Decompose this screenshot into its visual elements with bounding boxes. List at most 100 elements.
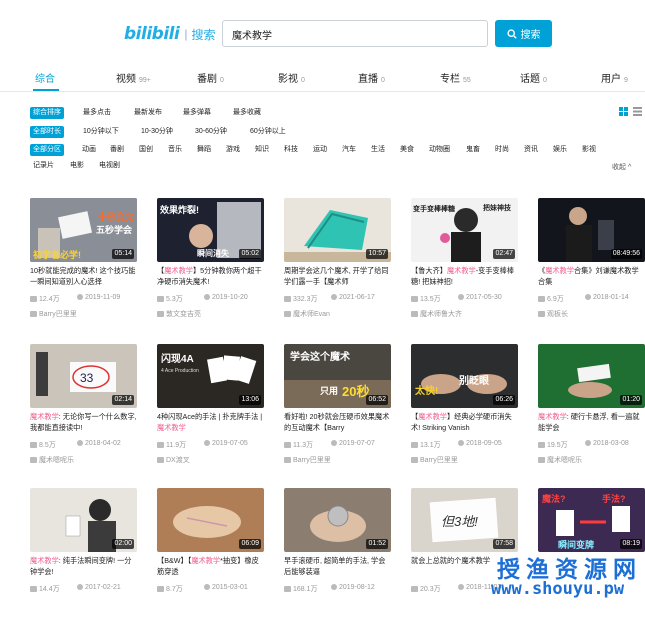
bilibili-logo[interactable]: bilibili | 搜索 bbox=[124, 24, 215, 44]
filter-duration-30-60[interactable]: 30-60分钟 bbox=[195, 126, 227, 138]
video-title[interactable]: 看好啦! 20秒就会压硬币效果魔术的互动魔术【Barry bbox=[284, 411, 391, 433]
filter-zone-item[interactable]: 美食 bbox=[400, 144, 414, 156]
filter-duration-under10[interactable]: 10分钟以下 bbox=[83, 126, 119, 138]
video-thumbnail[interactable]: 魔法? 手法? 瞬间变牌 08:19 bbox=[538, 488, 645, 552]
video-thumbnail[interactable]: 33 02:14 bbox=[30, 344, 137, 408]
video-thumbnail[interactable]: 但3地! 07:58 bbox=[411, 488, 518, 552]
filter-zone-item[interactable]: 电视剧 bbox=[99, 160, 120, 172]
video-thumbnail[interactable]: 十秒变完 五秒学会 初学者必学! 05:14 bbox=[30, 198, 137, 262]
uploader[interactable]: 敦文变吉亮 bbox=[157, 309, 201, 319]
video-title[interactable]: 10秒就能完成的魔术! 这个技巧能一瞬间知道别人心选择 bbox=[30, 265, 137, 287]
filter-zone-item[interactable]: 时尚 bbox=[495, 144, 509, 156]
video-card[interactable]: 08:49:56 《魔术教学合集》刘谦魔术教学合集 6.9万 2018-01-14… bbox=[538, 198, 645, 333]
filter-sort-newest[interactable]: 最新发布 bbox=[134, 107, 162, 119]
tab-live[interactable]: 直播 0 bbox=[358, 70, 385, 85]
video-title[interactable]: 周期学会这几个魔术, 开学了给同学们露一手【魔术师 bbox=[284, 265, 391, 287]
filter-sort-danmaku[interactable]: 最多弹幕 bbox=[183, 107, 211, 119]
video-thumbnail[interactable]: 06:09 bbox=[157, 488, 264, 552]
video-thumbnail[interactable]: 01:20 bbox=[538, 344, 645, 408]
filter-zone-item[interactable]: 游戏 bbox=[226, 144, 240, 156]
video-title[interactable]: 【B&W】【魔术教学*抽变】橡皮筋穿透 bbox=[157, 555, 264, 577]
tab-film[interactable]: 影视 0 bbox=[278, 70, 305, 85]
collapse-filters-link[interactable]: 收起 ^ bbox=[612, 162, 631, 172]
video-card[interactable]: 02:00 魔术教学: 纯手法瞬间变牌! 一分钟学会! 14.4万 2017-02… bbox=[30, 488, 137, 623]
tab-all[interactable]: 综合 bbox=[35, 70, 55, 85]
video-title[interactable]: 魔术教学: 无论你写一个什么数字, 我都能直接读中! bbox=[30, 411, 137, 433]
filter-sort-clicks[interactable]: 最多点击 bbox=[83, 107, 111, 119]
grid-view-icon[interactable] bbox=[619, 107, 628, 116]
filter-zone-item[interactable]: 娱乐 bbox=[553, 144, 567, 156]
play-count-icon bbox=[284, 442, 291, 448]
search-input[interactable]: 魔术教学 bbox=[222, 20, 488, 47]
uploader[interactable]: Barry巴里里 bbox=[30, 309, 77, 319]
video-title[interactable]: 早手滚硬币, 超简单的手法, 学会后能够装逼 bbox=[284, 555, 391, 577]
filter-zone-item[interactable]: 科技 bbox=[284, 144, 298, 156]
play-count-icon bbox=[157, 586, 164, 592]
video-thumbnail[interactable]: 10:57 bbox=[284, 198, 391, 262]
filter-zone-item[interactable]: 汽车 bbox=[342, 144, 356, 156]
filter-zone-all[interactable]: 全部分区 bbox=[30, 144, 64, 156]
filter-zone-item[interactable]: 知识 bbox=[255, 144, 269, 156]
video-thumbnail[interactable]: 01:52 bbox=[284, 488, 391, 552]
uploader[interactable]: 魔术嗯呢乐 bbox=[538, 455, 582, 465]
filter-zone-item[interactable]: 生活 bbox=[371, 144, 385, 156]
video-thumbnail[interactable]: 学会这个魔术 只用 20秒 06:52 bbox=[284, 344, 391, 408]
video-card[interactable]: 十秒变完 五秒学会 初学者必学! 05:14 10秒就能完成的魔术! 这个技巧能… bbox=[30, 198, 137, 333]
filter-zone-item[interactable]: 电影 bbox=[70, 160, 84, 172]
video-thumbnail[interactable]: 02:00 bbox=[30, 488, 137, 552]
filter-zone-item[interactable]: 影视 bbox=[582, 144, 596, 156]
filter-zone-item[interactable]: 鬼畜 bbox=[466, 144, 480, 156]
filter-zone-item[interactable]: 番剧 bbox=[110, 144, 124, 156]
tab-bangumi[interactable]: 番剧 0 bbox=[197, 70, 224, 85]
video-title[interactable]: 【魔术教学】经典必学硬币消失术! Striking Vanish bbox=[411, 411, 518, 433]
tab-topic[interactable]: 话题 0 bbox=[520, 70, 547, 85]
filter-zone-item[interactable]: 运动 bbox=[313, 144, 327, 156]
video-thumbnail[interactable]: 太快! 别眨眼 06:26 bbox=[411, 344, 518, 408]
uploader[interactable]: 魔术师鲁大齐 bbox=[411, 309, 462, 319]
video-card[interactable]: 变手变棒棒糖 把妹神技 02:47 【鲁大齐】魔术教学-变手变棒棒糖! 把妹神招… bbox=[411, 198, 518, 333]
video-thumbnail[interactable]: 闪现4A 4 Ace Production 13:06 bbox=[157, 344, 264, 408]
uploader[interactable]: 魔术师Evan bbox=[284, 309, 330, 319]
uploader[interactable]: Barry巴里里 bbox=[284, 455, 331, 465]
video-card[interactable]: 效果炸裂! 瞬间消失 05:02 【魔术教学】5分钟教你两个超干净硬币消失魔术!… bbox=[157, 198, 264, 333]
filter-duration-over60[interactable]: 60分钟以上 bbox=[250, 126, 286, 138]
video-title[interactable]: 魔术教学: 纯手法瞬间变牌! 一分钟学会! bbox=[30, 555, 137, 577]
video-title[interactable]: 4种闪现Ace的手法 | 扑克牌手法 | 魔术教学 bbox=[157, 411, 264, 433]
filter-sort-default[interactable]: 综合排序 bbox=[30, 107, 64, 119]
video-card[interactable]: 01:52 早手滚硬币, 超简单的手法, 学会后能够装逼 168.1万 2019-… bbox=[284, 488, 391, 623]
filter-duration-10-30[interactable]: 10-30分钟 bbox=[141, 126, 173, 138]
filter-sort-favorites[interactable]: 最多收藏 bbox=[233, 107, 261, 119]
tab-article[interactable]: 专栏 55 bbox=[440, 70, 471, 85]
filter-zone-item[interactable]: 记录片 bbox=[33, 160, 54, 172]
filter-zone-item[interactable]: 音乐 bbox=[168, 144, 182, 156]
video-title[interactable]: 魔术教学: 硬行卡悬浮, 看一遍就能学会 bbox=[538, 411, 645, 433]
video-thumbnail[interactable]: 变手变棒棒糖 把妹神技 02:47 bbox=[411, 198, 518, 262]
tab-user[interactable]: 用户 9 bbox=[601, 70, 628, 85]
filter-zone-item[interactable]: 国创 bbox=[139, 144, 153, 156]
uploader[interactable]: 观板长 bbox=[538, 309, 568, 319]
video-card[interactable]: 闪现4A 4 Ace Production 13:06 4种闪现Ace的手法 |… bbox=[157, 344, 264, 479]
video-title[interactable]: 《魔术教学合集》刘谦魔术教学合集 bbox=[538, 265, 645, 287]
video-card[interactable]: 33 02:14 魔术教学: 无论你写一个什么数字, 我都能直接读中! 8.5万… bbox=[30, 344, 137, 479]
video-thumbnail[interactable]: 08:49:56 bbox=[538, 198, 645, 262]
filter-zone-item[interactable]: 动物圈 bbox=[429, 144, 450, 156]
uploader[interactable]: DX渡叉 bbox=[157, 455, 190, 465]
title-keyword: 魔术教学 bbox=[30, 556, 59, 565]
filter-zone-item[interactable]: 动画 bbox=[82, 144, 96, 156]
filter-duration-all[interactable]: 全部时长 bbox=[30, 126, 64, 138]
uploader[interactable]: 魔术嗯呢乐 bbox=[30, 455, 74, 465]
filter-zone-item[interactable]: 舞蹈 bbox=[197, 144, 211, 156]
video-card[interactable]: 学会这个魔术 只用 20秒 06:52 看好啦! 20秒就会压硬币效果魔术的互动… bbox=[284, 344, 391, 479]
video-title[interactable]: 【鲁大齐】魔术教学-变手变棒棒糖! 把妹神招! bbox=[411, 265, 518, 287]
filter-zone-item[interactable]: 资讯 bbox=[524, 144, 538, 156]
video-card[interactable]: 06:09 【B&W】【魔术教学*抽变】橡皮筋穿透 8.7万 2015-03-01 bbox=[157, 488, 264, 623]
video-card[interactable]: 太快! 别眨眼 06:26 【魔术教学】经典必学硬币消失术! Striking … bbox=[411, 344, 518, 479]
tab-video[interactable]: 视频 99+ bbox=[116, 70, 151, 85]
uploader[interactable]: Barry巴里里 bbox=[411, 455, 458, 465]
video-card[interactable]: 01:20 魔术教学: 硬行卡悬浮, 看一遍就能学会 19.5万 2018-03-… bbox=[538, 344, 645, 479]
list-view-icon[interactable] bbox=[633, 107, 642, 116]
video-card[interactable]: 10:57 周期学会这几个魔术, 开学了给同学们露一手【魔术师 332.3万 20… bbox=[284, 198, 391, 333]
video-thumbnail[interactable]: 效果炸裂! 瞬间消失 05:02 bbox=[157, 198, 264, 262]
video-title[interactable]: 【魔术教学】5分钟教你两个超干净硬币消失魔术! bbox=[157, 265, 264, 287]
search-button[interactable]: 搜索 bbox=[495, 20, 552, 47]
